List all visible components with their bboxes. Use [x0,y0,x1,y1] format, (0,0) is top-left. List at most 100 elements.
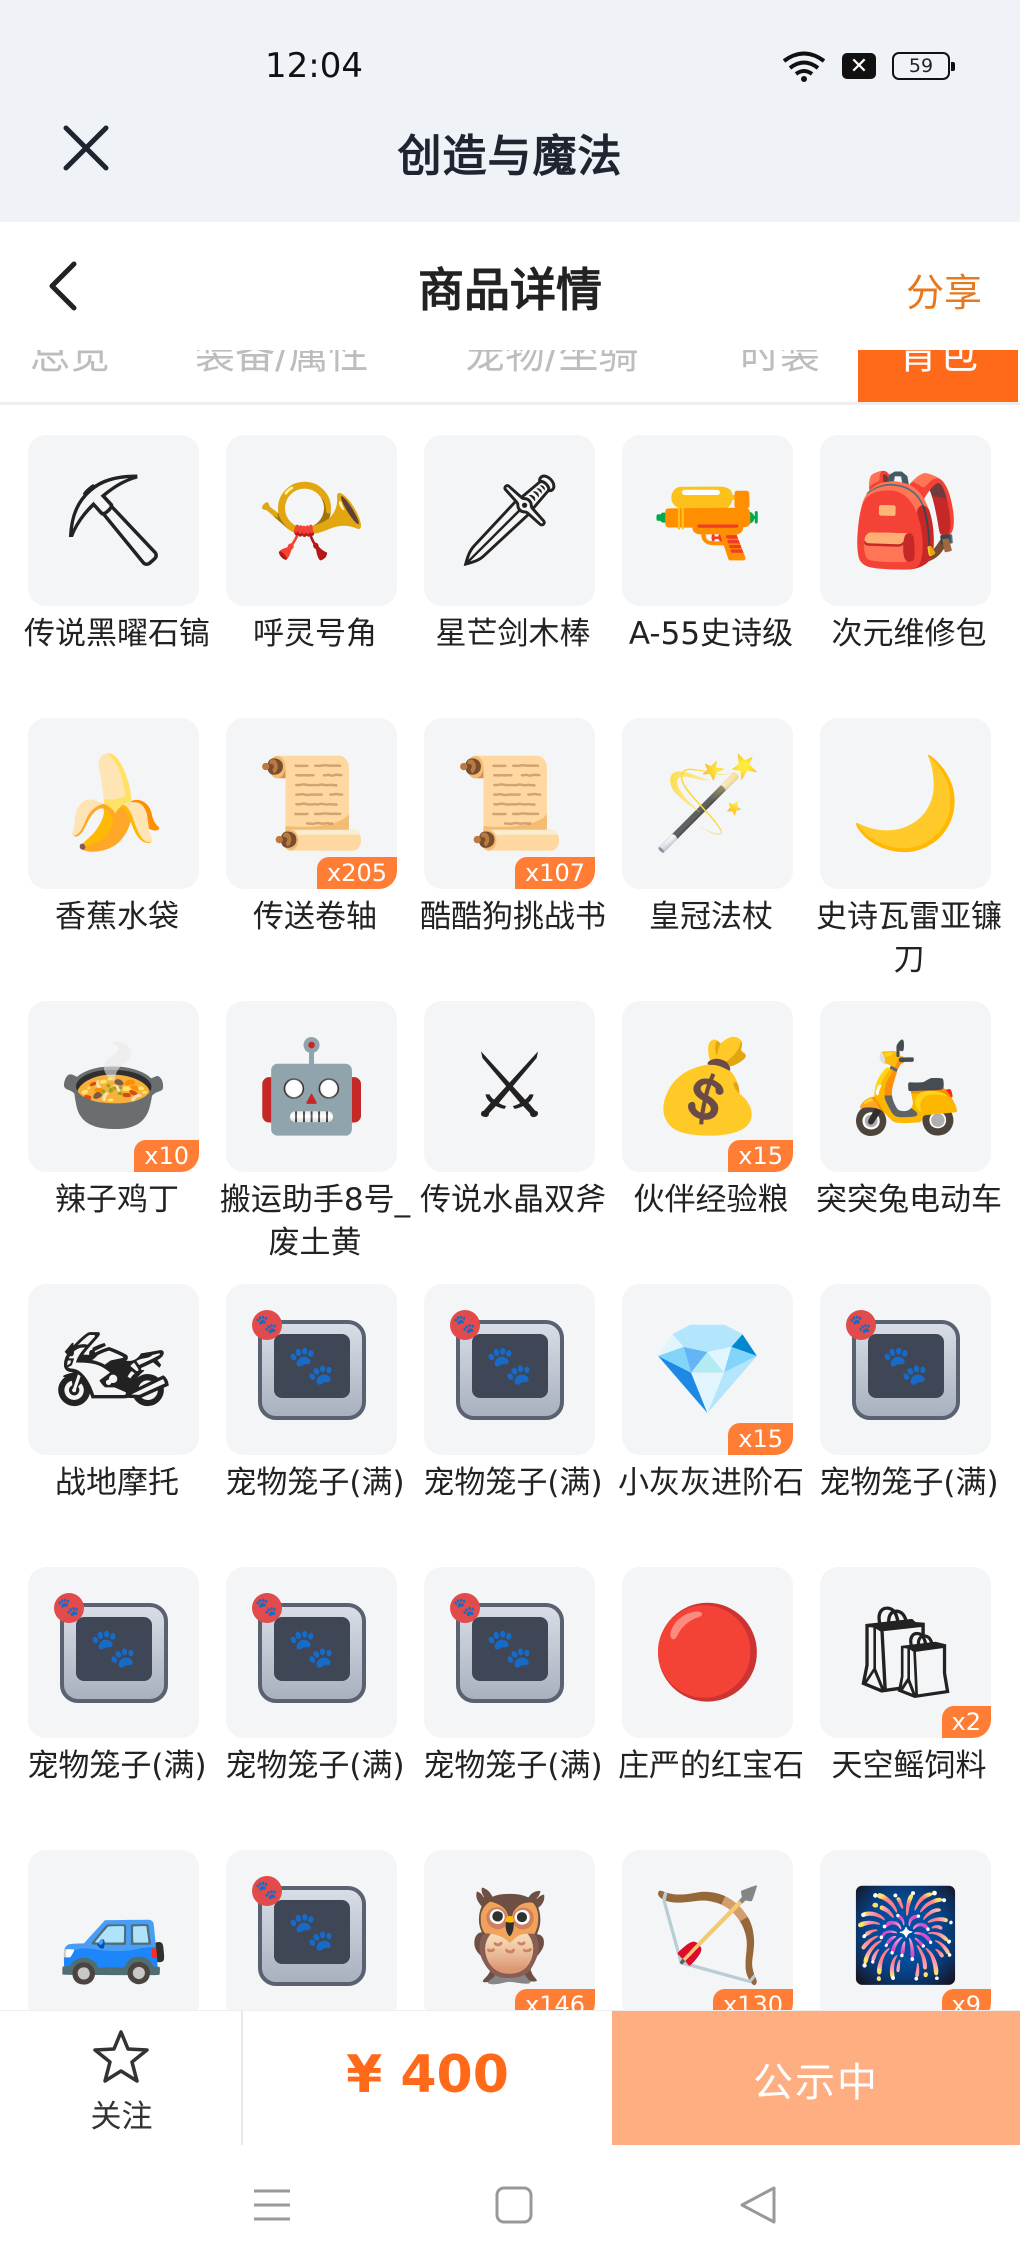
banana-icon: 🍌 [57,750,170,856]
item-name: 皇冠法杖 [649,899,773,935]
feed-bag-icon: 🛍 [848,1599,963,1705]
item-thumbnail: 📯 [226,435,397,606]
wanted-poster-icon: 📜 [453,750,566,856]
item-thumbnail: 🐾 🐾 [424,1567,595,1738]
scythe-icon: 🌙 [849,750,962,856]
system-nav-bar [0,2145,1020,2267]
scroll-icon: 📜 [255,750,368,856]
motorcycle-icon: 🏍 [56,1316,171,1422]
item-thumbnail: 🍌 [28,718,199,889]
item-thumbnail: 💰 x15 [622,1001,793,1172]
item-thumbnail: 🔫 [622,435,793,606]
quantity-badge: x2 [941,1706,991,1738]
item-name: 宠物笼子(满) [423,1748,603,1784]
tab-bar: 总览 装备/属性 宠物/坐骑 时装 背包 [0,350,1020,405]
item-thumbnail: 🦉 x146 [424,1850,595,2010]
quantity-badge: x130 [712,1989,793,2010]
share-button[interactable]: 分享 [906,262,982,317]
menu-icon[interactable] [250,2183,294,2227]
repair-bag-icon: 🎒 [849,467,962,573]
item-thumbnail: 🗡 [424,435,595,606]
item-thumbnail: 📜 x107 [424,718,595,889]
item-name: 宠物笼子(满) [819,1465,999,1501]
status-time: 12:04 [265,46,363,86]
tab-overview[interactable]: 总览 [30,350,110,380]
food-plate-icon: 🍲 [57,1033,170,1139]
publicity-status-button[interactable]: 公示中 [612,2011,1020,2146]
item-thumbnail: 🏹 x130 [622,1850,793,2010]
pet-cage-icon: 🐾 🐾 [53,1592,174,1713]
item-name: 天空鳐饲料 [831,1748,987,1784]
item-thumbnail: ⚔ [424,1001,595,1172]
bottom-action-bar: 关注 ¥ 400 公示中 [0,2010,1020,2146]
pet-cage-icon: 🐾 🐾 [251,1592,372,1713]
follow-button[interactable]: 关注 [0,2011,243,2146]
pickaxe-icon: ⛏ [56,467,171,573]
item-thumbnail: 🐾 🐾 [226,1850,397,2010]
quantity-badge: x15 [728,1140,793,1172]
tab-fashion[interactable]: 时装 [740,350,820,380]
pet-cage-icon: 🐾 🐾 [449,1592,570,1713]
page-title: 商品详情 [418,263,602,317]
battery-icon: 59 [892,52,955,80]
item-name: 突突兔电动车 [816,1182,1002,1218]
app-header: 12:04 ✕ 59 创造与魔法 [0,0,1020,222]
page-header: 商品详情 分享 [0,222,1020,350]
quantity-badge: x107 [514,857,595,889]
item-grid: ⛏ 传说黑曜石镐 📯 呼灵号角 🗡 星芒剑木棒 🔫 A-55史诗级 🎒 次元维修包 🍌 香蕉水袋 📜 x2… [0,405,1020,2010]
item-name: 史诗瓦雷亚镰刀 [816,899,1002,978]
tab-backpack-label: 背包 [898,350,978,378]
item-name: 庄严的红宝石 [618,1748,804,1784]
item-name: 宠物笼子(满) [225,1748,405,1784]
food-bag-icon: 💰 [651,1033,764,1139]
app-title: 创造与魔法 [397,131,623,182]
item-thumbnail: 📜 x205 [226,718,397,889]
status-icons: ✕ 59 [782,50,955,82]
item-thumbnail: 🐾 🐾 [28,1567,199,1738]
star-icon [93,2030,149,2083]
item-thumbnail: 🐾 🐾 [820,1284,991,1455]
horn-icon: 📯 [255,467,368,573]
robot-icon: 🤖 [255,1033,368,1139]
quantity-badge: x15 [728,1423,793,1455]
tab-backpack[interactable]: 背包 [858,350,1018,402]
pet-cage-icon: 🐾 🐾 [449,1309,570,1430]
item-thumbnail: 🛍 x2 [820,1567,991,1738]
tab-equipment[interactable]: 装备/属性 [195,350,368,380]
pet-cage-icon: 🐾 🐾 [251,1875,372,1996]
item-thumbnail: ⛏ [28,435,199,606]
home-icon[interactable] [492,2183,536,2227]
item-name: 酷酷狗挑战书 [420,899,606,935]
arrows-icon: 🏹 [651,1882,764,1988]
item-name: 宠物笼子(满) [423,1465,603,1501]
bird-icon: 🦉 [453,1882,566,1988]
item-name: 搬运助手8号_废土黄 [219,1182,411,1261]
quantity-badge: x9 [941,1989,991,2010]
gem-icon: 💎 [651,1316,764,1422]
truck-icon: 🚙 [57,1882,170,1988]
pet-cage-icon: 🐾 🐾 [251,1309,372,1430]
item-thumbnail: 🌙 [820,718,991,889]
wifi-icon [782,51,826,82]
item-name: 宠物笼子(满) [27,1748,207,1784]
item-thumbnail: 💎 x15 [622,1284,793,1455]
item-name: 传说黑曜石镐 [24,616,210,652]
item-thumbnail: 🐾 🐾 [424,1284,595,1455]
item-name: 次元维修包 [831,616,987,652]
item-thumbnail: 🍲 x10 [28,1001,199,1172]
item-thumbnail: 🎒 [820,435,991,606]
item-thumbnail: 🐾 🐾 [226,1567,397,1738]
follow-label: 关注 [90,2099,153,2135]
price: ¥ 400 [346,2045,509,2105]
sword-icon: 🗡 [452,467,567,573]
scooter-icon: 🛵 [849,1033,962,1139]
tab-pets[interactable]: 宠物/坐骑 [465,350,638,380]
item-name: 伙伴经验粮 [633,1182,789,1218]
back-nav-icon[interactable] [736,2183,780,2227]
item-thumbnail: 🚙 [28,1850,199,2010]
item-thumbnail: 🏍 [28,1284,199,1455]
item-name: 传说水晶双斧 [420,1182,606,1218]
item-name: 战地摩托 [55,1465,179,1501]
item-name: 宠物笼子(满) [225,1465,405,1501]
axes-icon: ⚔ [469,1033,550,1139]
